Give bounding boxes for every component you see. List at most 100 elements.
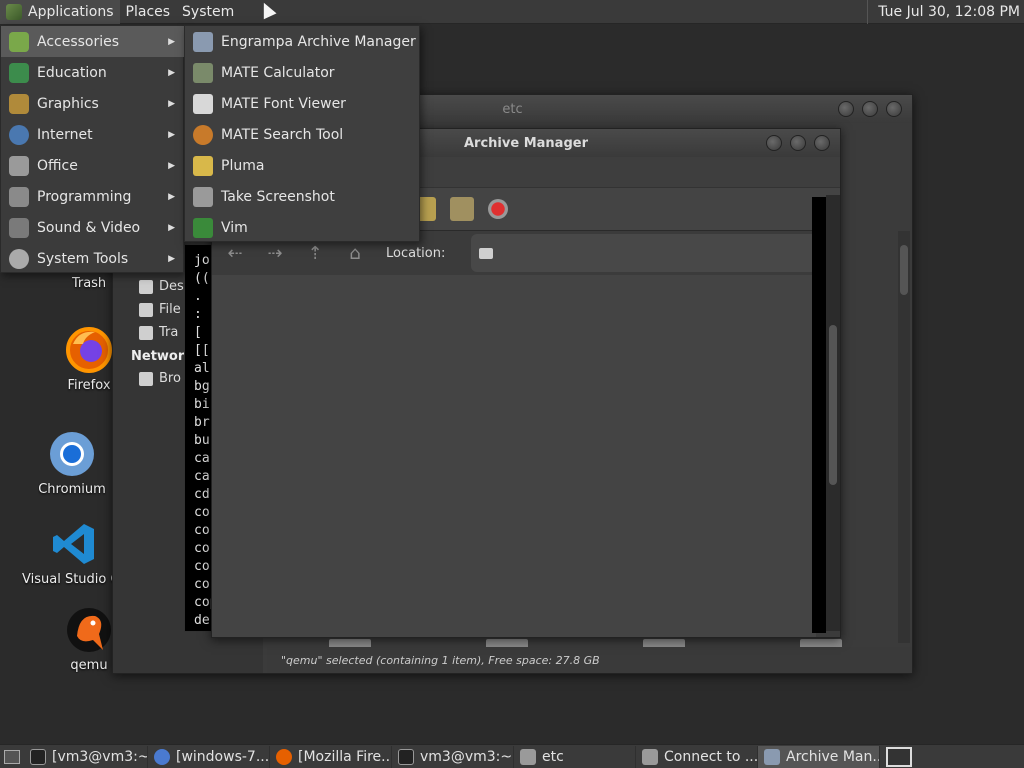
system-menu[interactable]: System xyxy=(176,0,240,24)
terminal-line: . xyxy=(194,289,202,304)
folder-icon xyxy=(642,748,658,765)
etc-scrollbar[interactable] xyxy=(898,231,910,643)
menu-item-vim[interactable]: Vim xyxy=(185,212,421,243)
places-menu-label: Places xyxy=(125,3,171,20)
task-terminal-1[interactable]: [vm3@vm3:~] xyxy=(24,745,148,768)
sidebar-item-browse-network[interactable]: Bro xyxy=(139,371,181,386)
submenu-arrow-icon: ▶ xyxy=(168,98,175,109)
task-chromium[interactable]: [windows-7... xyxy=(148,745,270,768)
task-connect-to[interactable]: Connect to ... xyxy=(636,745,758,768)
maximize-button[interactable] xyxy=(862,101,878,117)
graphics-icon xyxy=(9,93,29,114)
internet-icon xyxy=(9,124,29,145)
menu-item-internet[interactable]: Internet ▶ xyxy=(1,119,185,150)
terminal-line: co xyxy=(194,541,210,556)
chromium-icon xyxy=(50,432,94,476)
add-folder-icon[interactable] xyxy=(450,197,474,221)
archive-file-list[interactable] xyxy=(212,275,816,637)
task-label: [Mozilla Fire... xyxy=(298,748,392,765)
task-etc[interactable]: etc xyxy=(514,745,636,768)
desktop-icon-label: Firefox xyxy=(67,378,111,393)
archive-manager-title: Archive Manager xyxy=(464,135,588,151)
submenu-arrow-icon: ▶ xyxy=(168,160,175,171)
terminal-line: co xyxy=(194,523,210,538)
forward-icon[interactable]: ⇢ xyxy=(262,243,288,264)
minimize-button[interactable] xyxy=(838,101,854,117)
up-icon[interactable]: ⇡ xyxy=(302,243,328,264)
menu-item-accessories[interactable]: Accessories ▶ xyxy=(1,26,185,57)
menu-item-system-tools[interactable]: System Tools ▶ xyxy=(1,243,185,274)
terminal-line: [ xyxy=(194,325,210,340)
menu-item-sound-video[interactable]: Sound & Video ▶ xyxy=(1,212,185,243)
terminal-line: de xyxy=(194,613,210,628)
mate-logo-icon xyxy=(6,3,22,20)
menu-item-label: MATE Calculator xyxy=(221,64,335,81)
minimize-button[interactable] xyxy=(766,135,782,151)
maximize-button[interactable] xyxy=(790,135,806,151)
vim-icon xyxy=(193,217,213,238)
task-archive-manager[interactable]: Archive Man... xyxy=(758,745,880,768)
task-terminal-2[interactable]: vm3@vm3:~ xyxy=(392,745,514,768)
menu-item-label: Take Screenshot xyxy=(221,188,335,205)
workspace-switcher[interactable] xyxy=(886,746,912,767)
desktop-icon-chromium[interactable]: Chromium xyxy=(17,430,127,497)
accessories-submenu: Engrampa Archive Manager MATE Calculator… xyxy=(184,25,420,242)
submenu-arrow-icon: ▶ xyxy=(168,36,175,47)
submenu-arrow-icon: ▶ xyxy=(168,129,175,140)
show-desktop-button[interactable] xyxy=(0,746,24,768)
filesystem-icon xyxy=(139,302,153,317)
menu-item-pluma[interactable]: Pluma xyxy=(185,150,421,181)
system-menu-label: System xyxy=(182,3,235,20)
terminal-line: ca xyxy=(194,451,210,466)
menu-item-label: MATE Search Tool xyxy=(221,126,344,143)
folder-icon xyxy=(520,748,536,765)
archive-manager-icon xyxy=(193,31,213,52)
stop-icon[interactable] xyxy=(488,199,508,219)
close-button[interactable] xyxy=(814,135,830,151)
menu-item-programming[interactable]: Programming ▶ xyxy=(1,181,185,212)
calculator-icon xyxy=(193,62,213,83)
menu-item-font-viewer[interactable]: MATE Font Viewer xyxy=(185,88,421,119)
task-firefox[interactable]: [Mozilla Fire... xyxy=(270,745,392,768)
desktop-icon-label: Visual Studio Co xyxy=(22,572,126,587)
menu-item-label: Programming xyxy=(37,188,132,205)
task-label: [windows-7... xyxy=(176,748,270,765)
etc-statusbar: "qemu" selected (containing 1 item), Fre… xyxy=(267,647,912,673)
menu-item-office[interactable]: Office ▶ xyxy=(1,150,185,181)
menu-item-calculator[interactable]: MATE Calculator xyxy=(185,57,421,88)
task-label: etc xyxy=(542,748,564,765)
home-icon[interactable]: ⌂ xyxy=(342,243,368,264)
menu-item-search-tool[interactable]: MATE Search Tool xyxy=(185,119,421,150)
task-label: [vm3@vm3:~] xyxy=(52,748,148,765)
sidebar-item-filesystem[interactable]: File xyxy=(139,302,181,317)
desktop-icon-label: Trash xyxy=(71,276,107,291)
desktop: Applications Places System Tue Jul 30, 1… xyxy=(0,0,1024,768)
menu-item-education[interactable]: Education ▶ xyxy=(1,57,185,88)
archive-scrollbar[interactable] xyxy=(826,195,840,631)
scrollbar-thumb[interactable] xyxy=(900,245,908,295)
location-field[interactable] xyxy=(471,234,818,272)
clock[interactable]: Tue Jul 30, 12:08 PM xyxy=(867,0,1020,24)
applications-menu[interactable]: Applications xyxy=(0,0,120,24)
task-label: Archive Man... xyxy=(786,748,880,765)
scrollbar-thumb[interactable] xyxy=(829,325,837,485)
firefox-icon xyxy=(276,748,292,765)
sound-video-icon xyxy=(9,217,29,238)
system-tools-icon xyxy=(9,248,29,269)
trash-icon xyxy=(139,325,153,340)
terminal-line: [[ xyxy=(194,343,210,358)
terminal-line: bu xyxy=(194,433,210,448)
sidebar-item-desktop[interactable]: Des xyxy=(139,279,184,294)
places-menu[interactable]: Places xyxy=(120,0,177,24)
terminal-line: al xyxy=(194,361,210,376)
desktop-icon-label: Chromium xyxy=(38,482,106,497)
menu-item-graphics[interactable]: Graphics ▶ xyxy=(1,88,185,119)
terminal-line: jo xyxy=(194,253,210,268)
menu-item-engrampa[interactable]: Engrampa Archive Manager xyxy=(185,26,421,57)
sidebar-item-trash[interactable]: Tra xyxy=(139,325,178,340)
back-icon[interactable]: ⇠ xyxy=(222,243,248,264)
close-button[interactable] xyxy=(886,101,902,117)
menu-item-take-screenshot[interactable]: Take Screenshot xyxy=(185,181,421,212)
folder-icon xyxy=(479,247,494,259)
menu-item-label: Office xyxy=(37,157,78,174)
